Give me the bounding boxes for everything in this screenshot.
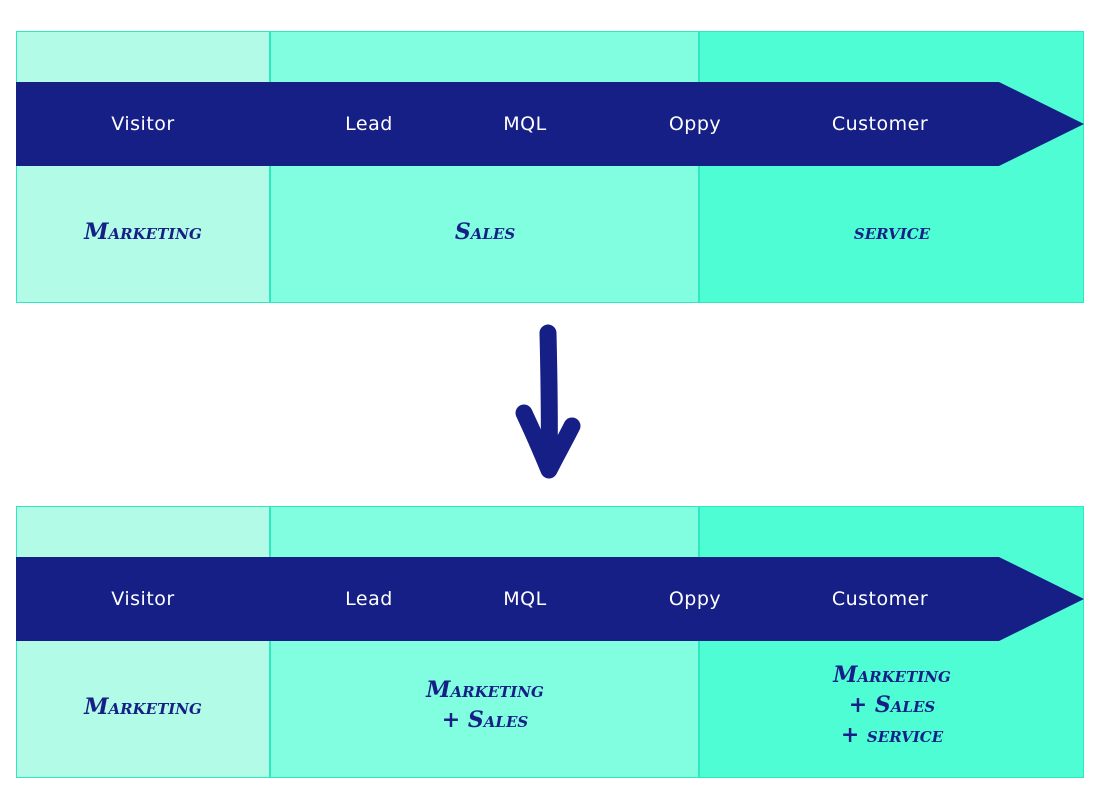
marketing-column — [16, 31, 270, 303]
team-label-marketing: Marketing — [84, 219, 202, 245]
stage-oppy: Oppy — [668, 113, 722, 135]
team-label-marketing: Marketing — [84, 694, 202, 720]
hand-drawn-down-arrow-icon — [515, 324, 581, 479]
stage-customer: Customer — [831, 113, 929, 135]
team-label-sales: Sales — [454, 219, 516, 245]
marketing-column — [16, 506, 270, 778]
stage-oppy: Oppy — [668, 588, 722, 610]
service-column — [698, 31, 1084, 303]
stage-customer: Customer — [831, 588, 929, 610]
stage-mql: MQL — [503, 588, 547, 610]
team-label-marketing-sales-service: Marketing + Sales + service — [833, 662, 951, 748]
sales-column — [269, 506, 699, 778]
stage-visitor: Visitor — [111, 113, 175, 135]
stage-arrow-band: Visitor Lead MQL Oppy Customer — [16, 82, 1084, 166]
team-label-service: service — [853, 219, 931, 245]
stage-arrow-band: Visitor Lead MQL Oppy Customer — [16, 557, 1084, 641]
stage-lead: Lead — [345, 113, 393, 135]
after-funnel-panel: Visitor Lead MQL Oppy Customer Marketing… — [16, 506, 1084, 778]
sales-column — [269, 31, 699, 303]
team-label-marketing-sales: Marketing + Sales — [426, 677, 544, 733]
before-funnel-panel: Visitor Lead MQL Oppy Customer Marketing… — [16, 31, 1084, 303]
stage-lead: Lead — [345, 588, 393, 610]
stage-visitor: Visitor — [111, 588, 175, 610]
stage-mql: MQL — [503, 113, 547, 135]
